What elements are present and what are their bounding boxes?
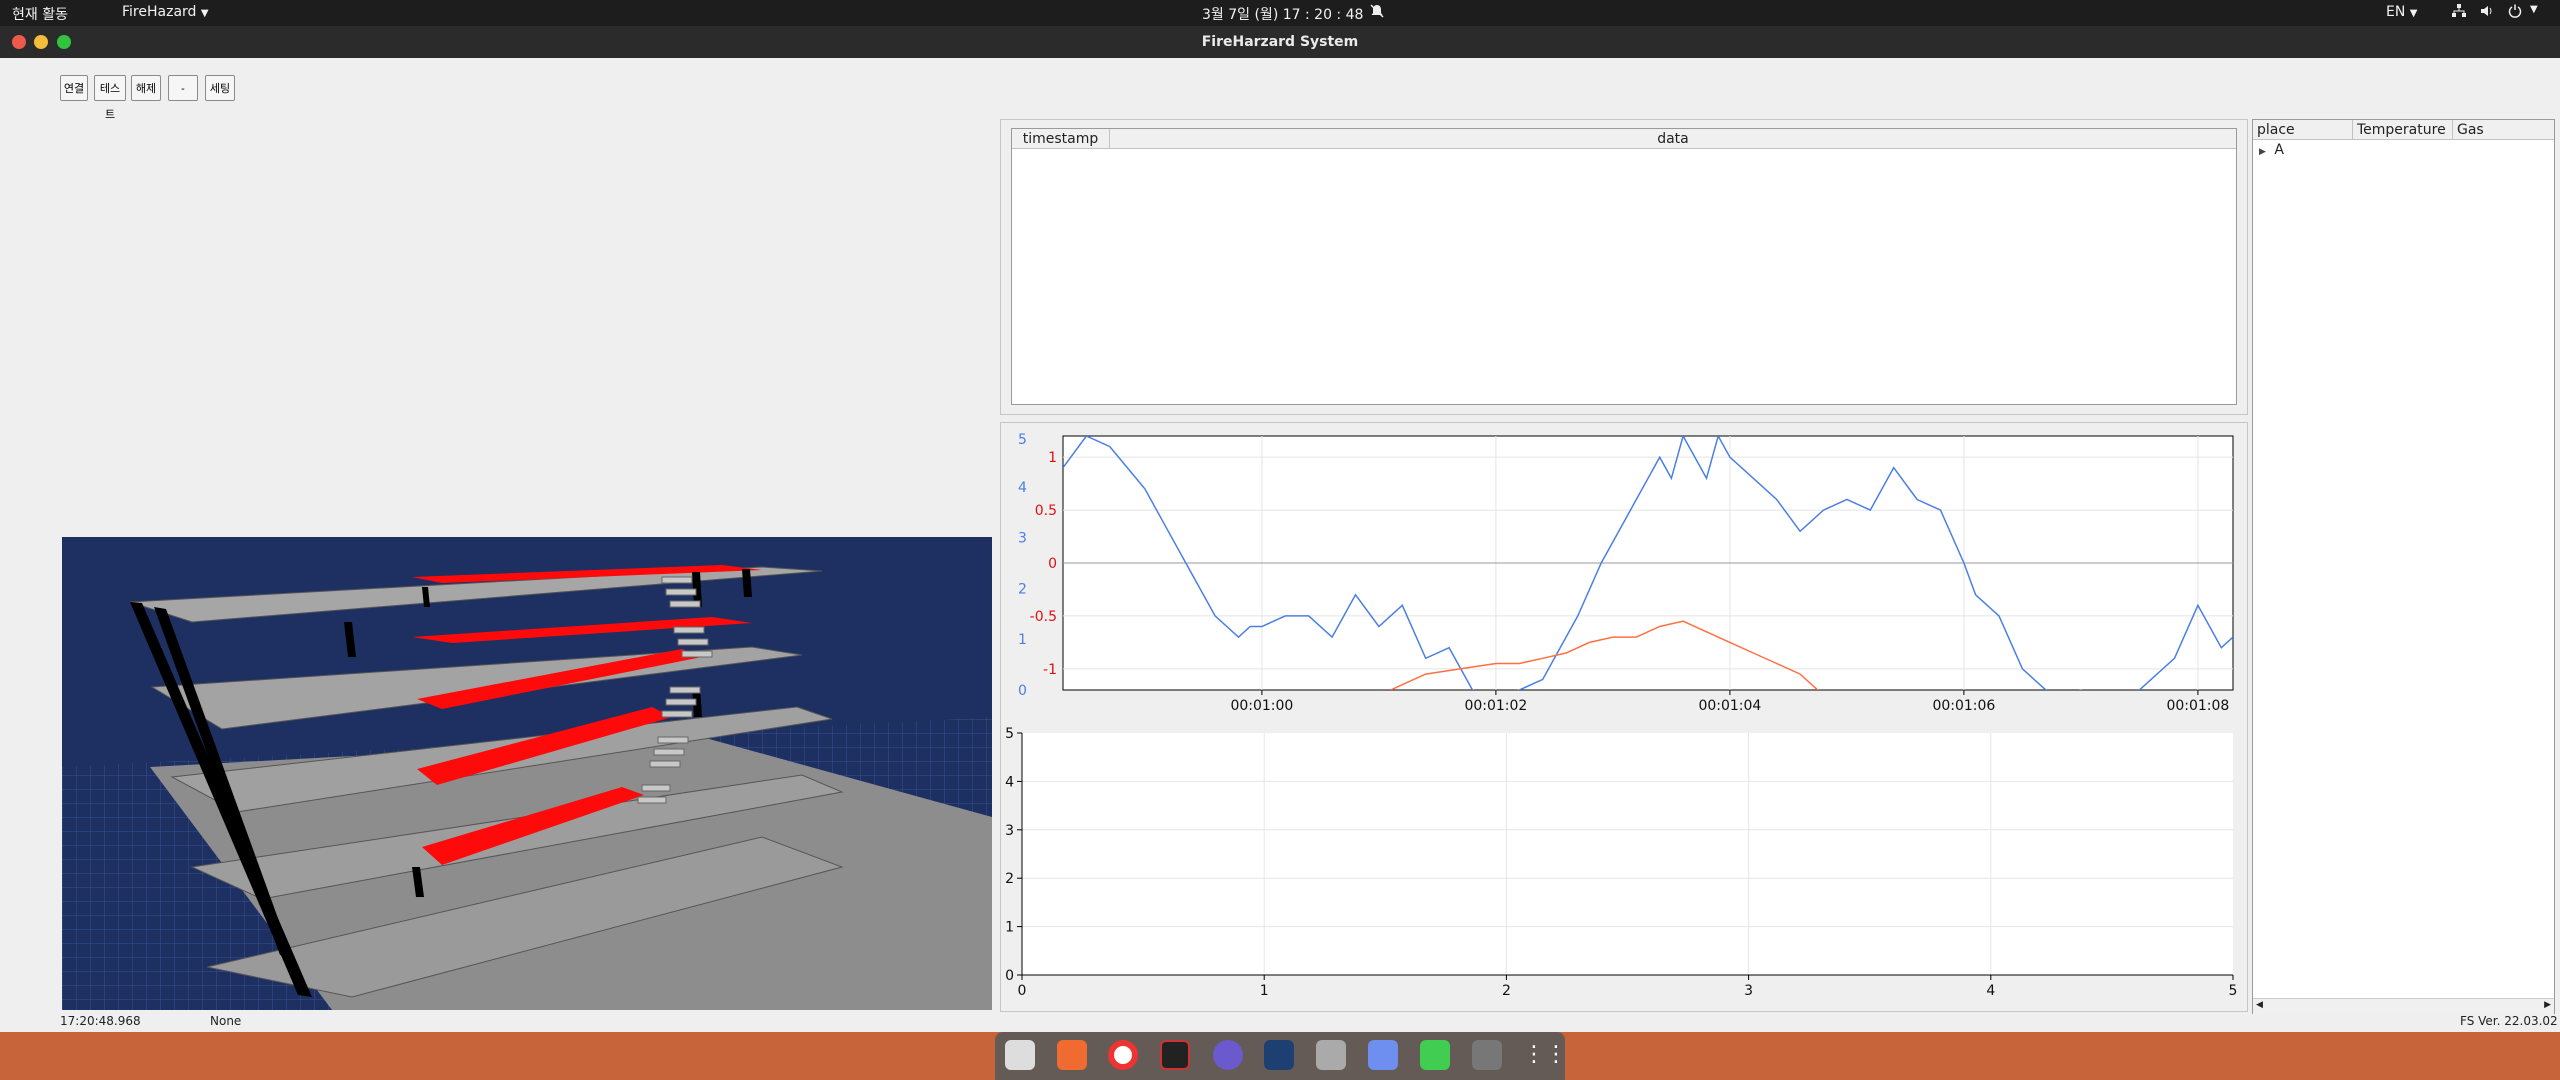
y-right-tick-label: 0.5 — [1035, 503, 1057, 519]
y-tick-label: 0 — [1005, 968, 1014, 984]
y-left-tick-label: 5 — [1018, 432, 1027, 448]
x-tick-label: 00:01:08 — [2166, 698, 2229, 714]
y-tick-label: 1 — [1005, 920, 1014, 936]
setting-button[interactable]: 세팅 — [205, 75, 235, 101]
notifications-off-icon — [1370, 4, 1384, 22]
scroll-left-icon[interactable]: ◀ — [2256, 1000, 2263, 1010]
y-left-tick-label: 2 — [1018, 581, 1027, 597]
status-time: 17:20:48.968 — [60, 1014, 141, 1028]
plot-area — [1022, 733, 2233, 975]
vscode-icon[interactable] — [1264, 1040, 1294, 1070]
running-app-icon[interactable] — [1472, 1040, 1502, 1070]
app-menu-label: FireHazard — [122, 4, 197, 20]
log-table[interactable]: timestamp data — [1011, 128, 2237, 405]
x-tick-label: 00:01:04 — [1698, 698, 1761, 714]
release-button[interactable]: 해제 — [131, 75, 161, 101]
column-header-gas[interactable]: Gas — [2453, 120, 2554, 140]
x-tick-label: 00:01:00 — [1230, 698, 1293, 714]
clock[interactable]: 3월 7일 (월) 17 : 20 : 48 — [1202, 4, 1363, 24]
y-left-tick-label: 0 — [1018, 683, 1027, 699]
language-label: EN — [2386, 4, 2406, 20]
building-scene-svg — [62, 565, 992, 1010]
x-tick-label: 4 — [1986, 983, 1995, 999]
app-grid-icon[interactable]: ⋮⋮ — [1523, 1040, 1567, 1070]
dash-button[interactable]: - — [168, 75, 198, 101]
y-tick-label: 3 — [1005, 823, 1014, 839]
y-right-tick-label: -1 — [1043, 662, 1057, 678]
y-left-tick-label: 1 — [1018, 632, 1027, 648]
activities-button[interactable]: 현재 활동 — [12, 4, 68, 24]
chrome-icon[interactable] — [1108, 1040, 1138, 1070]
x-tick-label: 5 — [2229, 983, 2238, 999]
status-state: None — [210, 1014, 242, 1028]
tree-item-label: A — [2274, 142, 2284, 158]
x-tick-label: 00:01:02 — [1464, 698, 1527, 714]
y-left-tick-label: 4 — [1018, 480, 1027, 496]
column-header-place[interactable]: place — [2253, 120, 2353, 140]
screenshot-icon[interactable] — [1368, 1040, 1398, 1070]
software-store-icon[interactable] — [1057, 1040, 1087, 1070]
language-indicator[interactable]: EN ▼ — [2386, 4, 2417, 20]
building-3d-view[interactable] — [62, 537, 992, 1010]
terminal-icon[interactable] — [1160, 1040, 1190, 1070]
text-editor-icon[interactable] — [1316, 1040, 1346, 1070]
expand-arrow-icon[interactable]: ▶ — [2259, 147, 2266, 157]
chevron-down-icon: ▼ — [2409, 8, 2418, 19]
chevron-down-icon: ▼ — [200, 8, 209, 19]
test-button[interactable]: 테스트 — [94, 75, 126, 121]
network-icon[interactable] — [2452, 4, 2466, 22]
column-header-timestamp[interactable]: timestamp — [1012, 129, 1110, 149]
sensor-tree[interactable]: place Temperature Gas ▶ A ◀ ▶ — [2252, 119, 2555, 1014]
chart-grid — [1022, 733, 2233, 975]
scroll-right-icon[interactable]: ▶ — [2544, 1000, 2551, 1010]
status-version: FS Ver. 22.03.02 — [2460, 1014, 2558, 1028]
x-tick-label: 00:01:06 — [1932, 698, 1995, 714]
app-menu[interactable]: FireHazard ▼ — [122, 4, 209, 20]
connect-button[interactable]: 연결 — [60, 75, 88, 101]
column-header-temperature[interactable]: Temperature — [2353, 120, 2453, 140]
y-left-tick-label: 3 — [1018, 531, 1027, 547]
y-tick-label: 2 — [1005, 871, 1014, 887]
qtcreator-icon[interactable] — [1420, 1040, 1450, 1070]
tree-item-a[interactable]: ▶ A — [2259, 142, 2284, 158]
y-right-tick-label: 1 — [1048, 450, 1057, 466]
y-tick-label: 4 — [1005, 774, 1014, 790]
y-tick-label: 5 — [1005, 726, 1014, 742]
window-title: FireHarzard System — [1201, 34, 1359, 50]
files-icon[interactable] — [1005, 1040, 1035, 1070]
horizontal-scrollbar[interactable]: ◀ ▶ — [2253, 998, 2554, 1014]
x-tick-label: 3 — [1744, 983, 1753, 999]
y-right-tick-label: 0 — [1048, 556, 1057, 572]
window-title-bar[interactable]: FireHarzard System — [0, 26, 2560, 58]
sensor-line-chart[interactable]: 00:01:00 00:01:02 00:01:04 00:01:06 00:01:08… — [1002, 425, 2246, 715]
github-icon[interactable] — [1213, 1040, 1243, 1070]
x-tick-label: 0 — [1018, 983, 1027, 999]
power-icon[interactable] — [2508, 4, 2522, 22]
x-tick-label: 2 — [1502, 983, 1511, 999]
x-tick-label: 1 — [1260, 983, 1269, 999]
y-right-tick-label: -0.5 — [1030, 609, 1057, 625]
volume-icon[interactable] — [2480, 4, 2494, 22]
empty-chart[interactable]: 0 1 2 3 4 5 0 1 2 3 4 5 — [1002, 722, 2246, 1010]
chevron-down-icon[interactable]: ▼ — [2530, 4, 2538, 15]
system-top-bar: 현재 활동 FireHazard ▼ 3월 7일 (월) 17 : 20 : 4… — [0, 0, 2560, 26]
column-header-data[interactable]: data — [1110, 129, 2236, 149]
